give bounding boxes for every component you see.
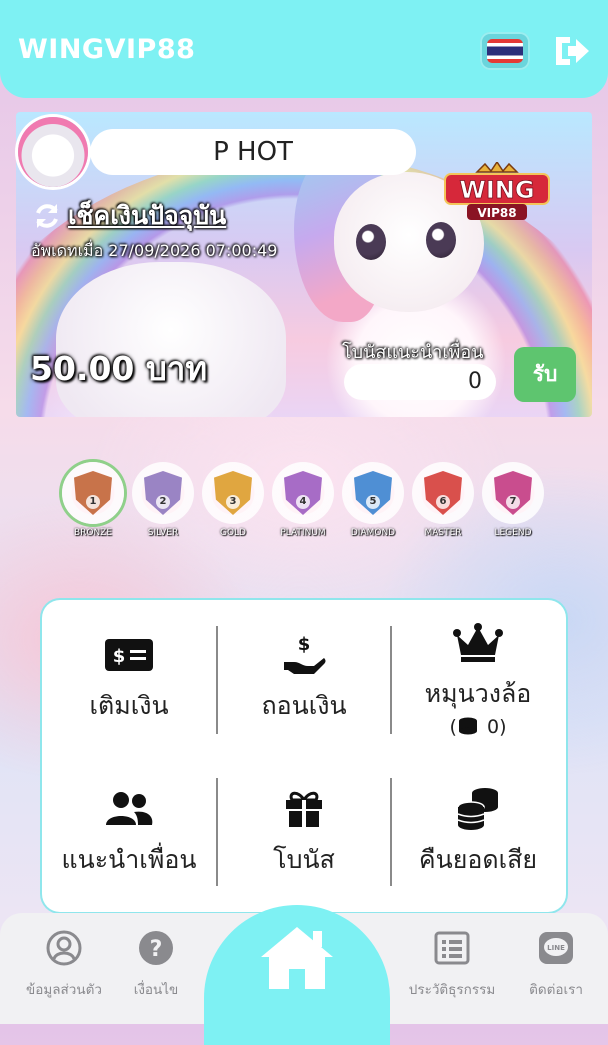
unicorn-eye <box>356 224 386 260</box>
bronze-badge-icon: 1 <box>62 462 124 524</box>
cashback-button[interactable]: คืนยอดเสีย <box>391 786 565 880</box>
home-icon[interactable] <box>259 925 335 991</box>
users-icon <box>106 792 153 825</box>
last-updated-text: อัพเดทเมื่อ 27/09/2026 07:00:49 <box>31 241 278 260</box>
bonus-label: โบนัส <box>273 845 335 874</box>
logout-icon[interactable] <box>552 33 592 69</box>
referral-bonus-value: 0 <box>344 364 496 400</box>
nav-contact[interactable]: LINE ติดต่อเรา <box>516 928 596 1000</box>
coins-icon <box>458 717 477 735</box>
claim-button-label: รับ <box>532 362 558 386</box>
tier-diamond[interactable]: 5 DIAMOND <box>340 462 406 538</box>
gold-badge-icon: 3 <box>202 462 264 524</box>
help-circle-icon: ? <box>139 931 173 965</box>
nav-profile[interactable]: ข้อมูลส่วนตัว <box>14 928 114 1000</box>
nav-profile-label: ข้อมูลส่วนตัว <box>26 982 102 998</box>
master-badge-icon: 6 <box>412 462 474 524</box>
language-button[interactable] <box>480 32 530 70</box>
tier-label: MASTER <box>424 528 462 538</box>
gift-icon <box>286 791 322 827</box>
list-document-icon <box>434 931 470 965</box>
silver-badge-icon: 2 <box>132 462 194 524</box>
withdraw-label: ถอนเงิน <box>261 691 347 720</box>
cash-bill-icon: $ <box>105 639 153 671</box>
tier-master[interactable]: 6 MASTER <box>410 462 476 538</box>
svg-text:VIP88: VIP88 <box>477 206 516 220</box>
brand-logo-text: WINGVIP88 <box>18 34 196 65</box>
tier-label: DIAMOND <box>350 528 396 538</box>
nav-history-label: ประวัติธุรกรรม <box>408 982 496 998</box>
cashback-label: คืนยอดเสีย <box>418 845 538 874</box>
action-menu-card: $ เติมเงิน $ ถอนเงิน หมุนวงล้อ (0) แนะน… <box>42 600 566 912</box>
spin-wheel-button[interactable]: หมุนวงล้อ ( 0) <box>391 620 565 738</box>
diamond-badge-icon: 5 <box>342 462 404 524</box>
wheel-coin-count: ( 0) <box>449 716 507 738</box>
referral-bonus-label: โบนัสแนะนำเพื่อน <box>342 342 484 363</box>
crown-icon <box>453 623 503 662</box>
legend-badge-icon: 7 <box>482 462 544 524</box>
check-balance-label: เช็คเงินปัจจุบัน <box>68 201 227 230</box>
svg-text:$: $ <box>298 634 311 655</box>
thailand-flag-icon <box>487 39 523 63</box>
tier-label: GOLD <box>219 528 246 538</box>
refresh-icon <box>36 204 58 228</box>
nav-terms-label: เงื่อนไข <box>133 982 179 998</box>
svg-text:LINE: LINE <box>547 944 565 952</box>
svg-text:?: ? <box>150 937 163 962</box>
nav-terms[interactable]: ? เงื่อนไข <box>116 928 196 1000</box>
user-circle-icon <box>46 930 82 966</box>
refer-friend-button[interactable]: แนะนำเพื่อน <box>42 786 216 880</box>
withdraw-button[interactable]: $ ถอนเงิน <box>217 632 391 726</box>
deposit-button[interactable]: $ เติมเงิน <box>42 632 216 726</box>
svg-text:$: $ <box>113 646 126 667</box>
svg-text:WING: WING <box>459 176 534 204</box>
avatar[interactable] <box>18 117 88 187</box>
tier-silver[interactable]: 2 SILVER <box>130 462 196 538</box>
deposit-label: เติมเงิน <box>89 691 169 720</box>
line-chat-icon: LINE <box>539 932 573 964</box>
claim-button[interactable]: รับ <box>514 347 576 402</box>
unicorn-eye <box>426 222 456 258</box>
username: P HOT <box>213 137 293 167</box>
bonus-button[interactable]: โบนัส <box>217 786 391 880</box>
platinum-badge-icon: 4 <box>272 462 334 524</box>
coin-stack-icon <box>457 788 498 830</box>
vip-tier-row: 1 BRONZE 2 SILVER 3 GOLD 4 PLATINUM 5 DI… <box>60 462 550 552</box>
tier-bronze[interactable]: 1 BRONZE <box>60 462 126 538</box>
tier-label: BRONZE <box>73 528 113 538</box>
check-balance-link[interactable]: เช็คเงินปัจจุบัน <box>32 196 226 236</box>
tier-label: LEGEND <box>494 528 532 538</box>
balance-amount: 50.00 บาท <box>30 349 208 388</box>
tier-gold[interactable]: 3 GOLD <box>200 462 266 538</box>
tier-platinum[interactable]: 4 PLATINUM <box>270 462 336 538</box>
spin-wheel-label: หมุนวงล้อ <box>424 679 532 708</box>
nav-contact-label: ติดต่อเรา <box>529 982 583 998</box>
tier-label: SILVER <box>147 528 179 538</box>
wingvip88-logo: WING VIP88 <box>444 162 550 220</box>
top-header: WINGVIP88 <box>0 0 608 98</box>
username-pill: P HOT <box>90 129 416 175</box>
hand-money-icon: $ <box>284 634 326 674</box>
nav-history[interactable]: ประวัติธุรกรรม <box>396 928 508 1000</box>
tier-label: PLATINUM <box>280 528 326 538</box>
refer-friend-label: แนะนำเพื่อน <box>61 845 197 874</box>
tier-legend[interactable]: 7 LEGEND <box>480 462 546 538</box>
